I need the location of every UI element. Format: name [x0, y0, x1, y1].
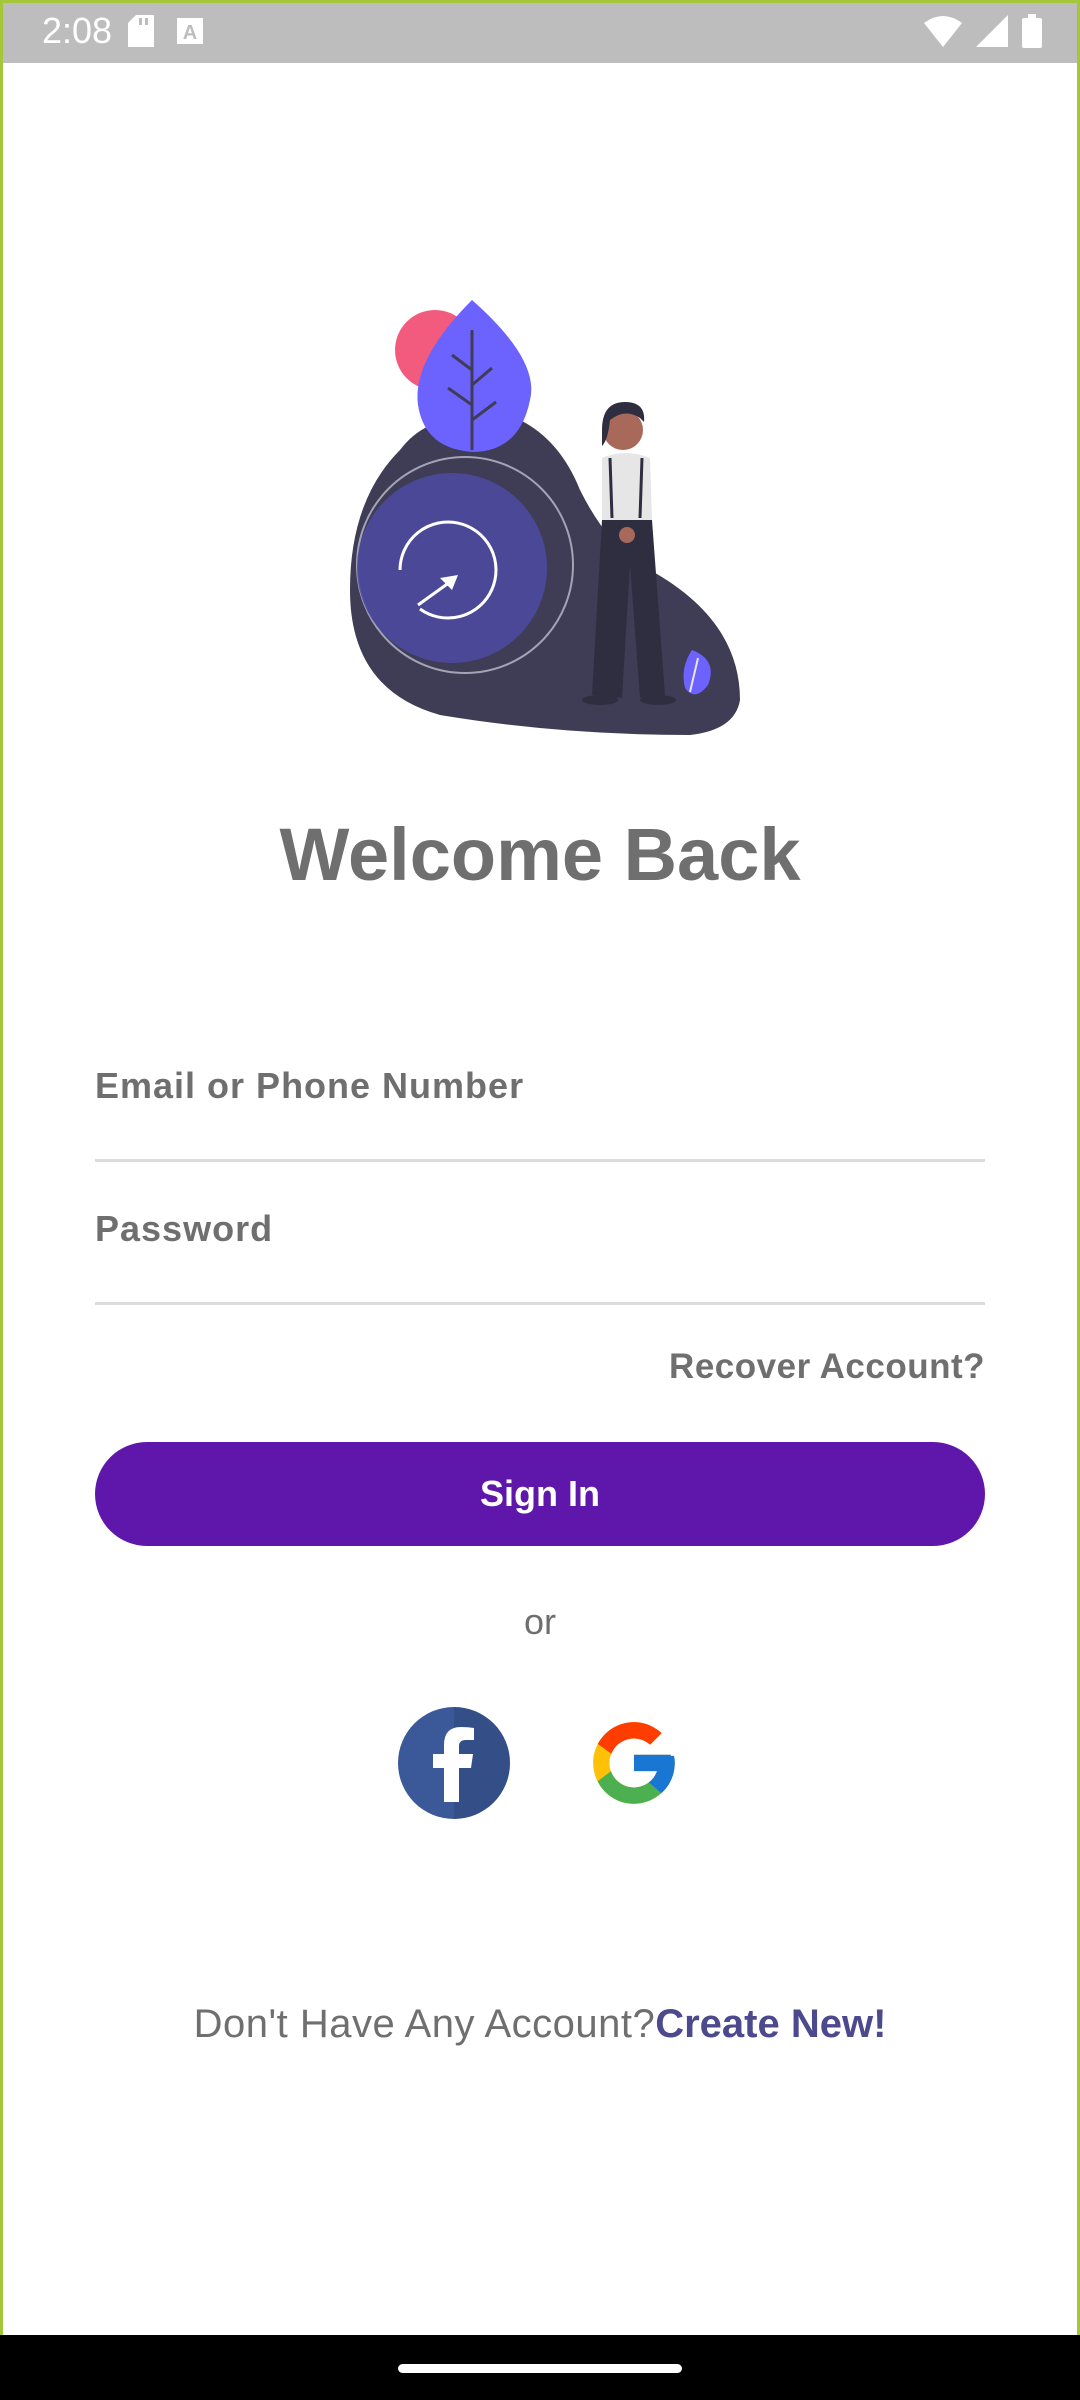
battery-icon: [1022, 14, 1042, 48]
google-icon[interactable]: [577, 1706, 691, 1820]
home-gesture-handle[interactable]: [398, 2364, 682, 2373]
facebook-icon[interactable]: [397, 1706, 511, 1820]
recover-account-link[interactable]: Recover Account?: [669, 1345, 985, 1389]
password-field[interactable]: [95, 1199, 985, 1259]
welcome-illustration: [350, 300, 740, 735]
create-account-link[interactable]: Create New!: [655, 2002, 886, 2046]
navigation-bar: [0, 2335, 1080, 2400]
email-field-container: [95, 1056, 985, 1162]
password-field-container: [95, 1199, 985, 1305]
svg-text:A: A: [183, 22, 197, 44]
sd-card-icon: [128, 15, 154, 47]
email-field[interactable]: [95, 1056, 985, 1116]
page-title: Welcome Back: [279, 813, 801, 896]
cell-signal-icon: [976, 15, 1008, 47]
password-field-underline: [95, 1302, 985, 1305]
status-time: 2:08: [42, 10, 113, 51]
or-divider-label: or: [523, 1601, 556, 1642]
email-field-underline: [95, 1159, 985, 1162]
status-bar: 2:08 A: [0, 0, 1080, 63]
text-a-icon: A: [177, 18, 203, 44]
sign-in-button[interactable]: Sign In: [95, 1442, 985, 1546]
wifi-icon: [924, 16, 962, 47]
signup-prompt: Don't Have Any Account?Create New!: [0, 1998, 1080, 2050]
signup-question: Don't Have Any Account?: [193, 2002, 656, 2046]
